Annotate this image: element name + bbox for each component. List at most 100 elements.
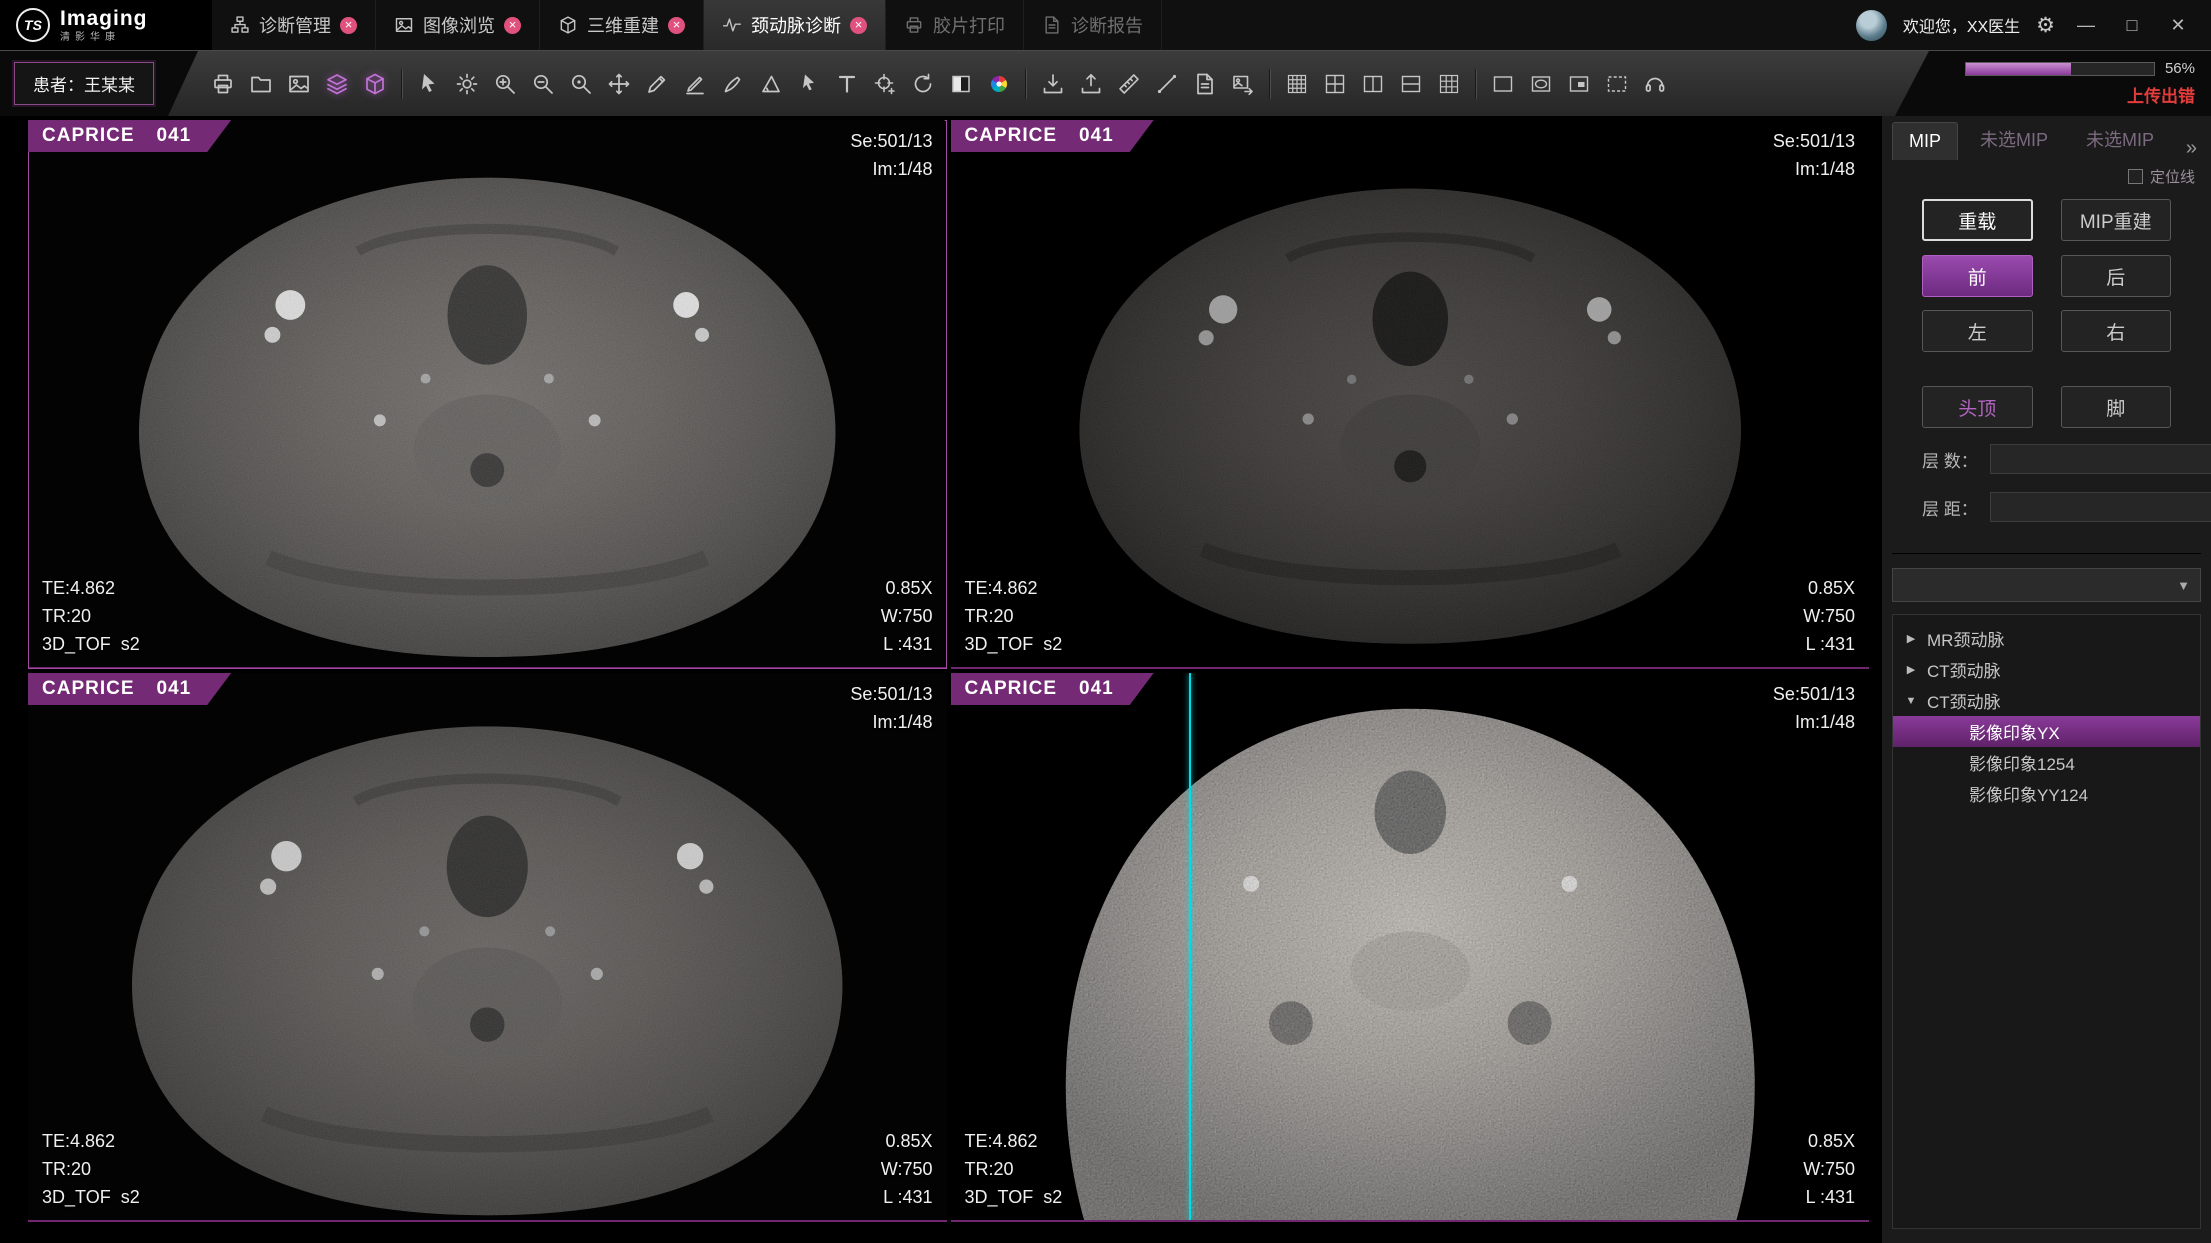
open-study-icon[interactable] xyxy=(244,67,278,101)
viewport-bottom-right[interactable]: CAPRICE041 Se:501/13Im:1/48 TE:4.862TR:2… xyxy=(951,673,1870,1222)
tree-expand-icon[interactable]: ▶ xyxy=(1903,663,1919,676)
text-annotation-icon[interactable] xyxy=(830,67,864,101)
select-cursor-icon[interactable] xyxy=(412,67,446,101)
support-headset-icon[interactable] xyxy=(1638,67,1672,101)
layout-highlight-icon[interactable] xyxy=(1524,67,1558,101)
right-sidebar: MIP未选MIP未选MIP » 定位线 重载 MIP重建 前 后 左 右 头顶 … xyxy=(1881,116,2211,1243)
tab-image-browse[interactable]: 图像浏览 × xyxy=(376,0,540,50)
tree-node-label: MR颈动脉 xyxy=(1927,626,2004,651)
mri-axial-image xyxy=(951,673,1870,1220)
print-icon[interactable] xyxy=(206,67,240,101)
mri-axial-image xyxy=(973,134,1846,654)
layout-single-icon[interactable] xyxy=(1486,67,1520,101)
layout-2x2-icon[interactable] xyxy=(1318,67,1352,101)
pan-icon[interactable] xyxy=(602,67,636,101)
tab-icon xyxy=(904,15,924,35)
tree-node-impression-1254[interactable]: 影像印象1254 xyxy=(1893,747,2200,778)
layout-3x3-icon[interactable] xyxy=(1432,67,1466,101)
line-measure-icon[interactable] xyxy=(1150,67,1184,101)
angle-tool-icon[interactable] xyxy=(754,67,788,101)
viewport-top-left[interactable]: CAPRICE041 Se:501/13Im:1/48 TE:4.862TR:2… xyxy=(28,120,947,669)
view-left-button[interactable]: 左 xyxy=(1922,310,2033,352)
localizer-checkbox[interactable] xyxy=(2128,169,2143,184)
user-avatar[interactable] xyxy=(1856,10,1887,41)
layout-export-icon[interactable] xyxy=(1562,67,1596,101)
sidebar-tabs: MIP未选MIP未选MIP xyxy=(1892,118,2170,160)
sidebar-collapse-icon[interactable]: » xyxy=(2186,137,2201,160)
sidebar-tab-mip[interactable]: MIP xyxy=(1892,122,1958,160)
field-input[interactable] xyxy=(1990,492,2211,522)
pen-icon[interactable] xyxy=(716,67,750,101)
tree-node-ct-carotid-1[interactable]: ▶ CT颈动脉 xyxy=(1893,654,2200,685)
export-icon[interactable] xyxy=(1074,67,1108,101)
tree-node-mr-carotid[interactable]: ▶ MR颈动脉 xyxy=(1893,623,2200,654)
viewport-bottom-left[interactable]: CAPRICE041 Se:501/13Im:1/48 TE:4.862TR:2… xyxy=(28,673,947,1222)
layer-count-field: 层 数： xyxy=(1892,435,2201,483)
tab-close-icon[interactable]: × xyxy=(668,17,685,34)
tab-close-icon[interactable]: × xyxy=(504,17,521,34)
tab-close-icon[interactable]: × xyxy=(340,17,357,34)
rotate-icon[interactable] xyxy=(906,67,940,101)
tab-diagnosis-report[interactable]: 诊断报告 × xyxy=(1024,0,1162,50)
tab-diagnosis-management[interactable]: 诊断管理 × xyxy=(212,0,376,50)
tab-close-icon[interactable]: × xyxy=(850,17,867,34)
upload-error-text[interactable]: 上传出错 xyxy=(2127,82,2195,107)
series-info: Se:501/13Im:1/48 xyxy=(1773,681,1855,737)
tree-expand-icon[interactable]: ▼ xyxy=(1903,695,1919,707)
cube-3d-icon[interactable] xyxy=(358,67,392,101)
tab-film-print[interactable]: 胶片打印 × xyxy=(886,0,1024,50)
import-icon[interactable] xyxy=(1036,67,1070,101)
tree-node-impression-yy124[interactable]: 影像印象YY124 xyxy=(1893,778,2200,809)
series-dropdown[interactable]: ▼ xyxy=(1892,568,2201,602)
zoom-in-icon[interactable] xyxy=(488,67,522,101)
view-foot-button[interactable]: 脚 xyxy=(2061,386,2172,428)
layout-dashed-icon[interactable] xyxy=(1600,67,1634,101)
magnify-region-icon[interactable] xyxy=(564,67,598,101)
view-right-button[interactable]: 右 xyxy=(2061,310,2172,352)
view-back-button[interactable]: 后 xyxy=(2061,255,2172,297)
tree-node-label: 影像印象1254 xyxy=(1969,750,2075,775)
tree-node-impression-yx[interactable]: 影像印象YX xyxy=(1893,716,2200,747)
welcome-text: 欢迎您，XX医生 xyxy=(1903,13,2020,37)
crosshair-icon[interactable] xyxy=(868,67,902,101)
display-params: 0.85XW:750L :431 xyxy=(881,575,933,659)
toolbar: 患者：王某某 56% 上传出错 xyxy=(0,50,2211,116)
tree-expand-icon[interactable]: ▶ xyxy=(1903,632,1919,645)
layout-hsplit-icon[interactable] xyxy=(1394,67,1428,101)
maximize-button[interactable]: □ xyxy=(2117,15,2147,36)
layout-vsplit-icon[interactable] xyxy=(1356,67,1390,101)
tab-carotid-diagnosis[interactable]: 颈动脉诊断 × xyxy=(704,0,886,50)
ruler-icon[interactable] xyxy=(1112,67,1146,101)
save-image-icon[interactable] xyxy=(1226,67,1260,101)
reload-button[interactable]: 重载 xyxy=(1922,199,2033,241)
color-palette-icon[interactable] xyxy=(982,67,1016,101)
sidebar-tab-unselected-mip-1[interactable]: 未选MIP xyxy=(1964,118,2064,160)
mip-rebuild-button[interactable]: MIP重建 xyxy=(2061,199,2172,241)
close-window-button[interactable]: ✕ xyxy=(2163,15,2193,36)
display-params: 0.85XW:750L :431 xyxy=(881,1128,933,1212)
marker-icon[interactable] xyxy=(678,67,712,101)
view-head-button[interactable]: 头顶 xyxy=(1922,386,2033,428)
brightness-icon[interactable] xyxy=(450,67,484,101)
invert-contrast-icon[interactable] xyxy=(944,67,978,101)
minimize-button[interactable]: — xyxy=(2071,15,2101,36)
field-input[interactable] xyxy=(1990,444,2211,474)
tab-icon xyxy=(558,15,578,35)
localizer-line[interactable] xyxy=(1189,673,1191,1220)
sidebar-tab-unselected-mip-2[interactable]: 未选MIP xyxy=(2070,118,2170,160)
layers-icon[interactable] xyxy=(320,67,354,101)
tab-3d-reconstruction[interactable]: 三维重建 × xyxy=(540,0,704,50)
zoom-out-icon[interactable] xyxy=(526,67,560,101)
up load-progress-percent: 56% xyxy=(2165,60,2195,77)
freehand-draw-icon[interactable] xyxy=(640,67,674,101)
pointer-icon[interactable] xyxy=(792,67,826,101)
settings-gear-icon[interactable]: ⚙ xyxy=(2036,13,2055,38)
series-banner: CAPRICE041 xyxy=(951,120,1154,152)
image-gallery-icon[interactable] xyxy=(282,67,316,101)
series-banner: CAPRICE041 xyxy=(28,120,231,152)
viewport-top-right[interactable]: CAPRICE041 Se:501/13Im:1/48 TE:4.862TR:2… xyxy=(951,120,1870,669)
tree-node-ct-carotid-2[interactable]: ▼ CT颈动脉 xyxy=(1893,685,2200,716)
view-front-button[interactable]: 前 xyxy=(1922,255,2033,297)
layout-4x4-icon[interactable] xyxy=(1280,67,1314,101)
report-icon[interactable] xyxy=(1188,67,1222,101)
